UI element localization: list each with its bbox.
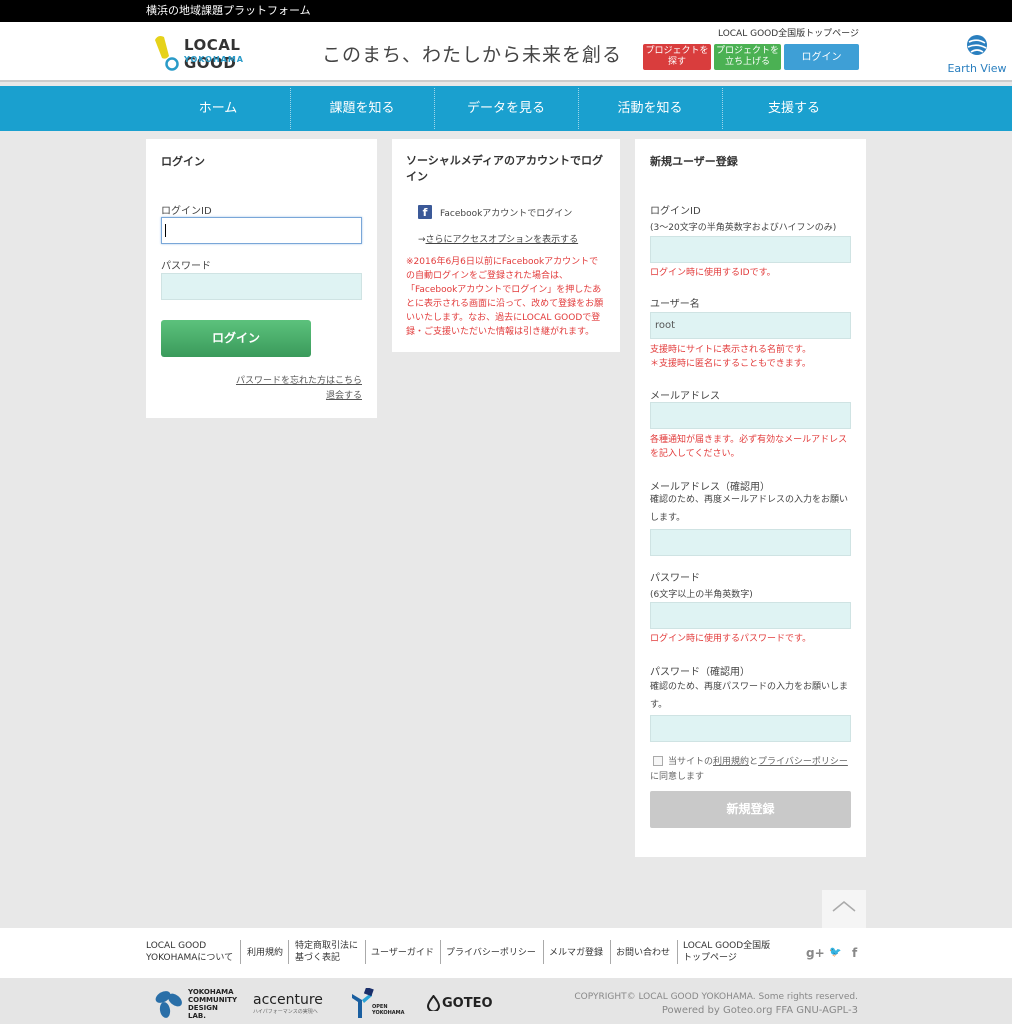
email-label: メールアドレス [650, 391, 720, 402]
agree-text: 当サイトの利用規約とプライバシーポリシー [668, 757, 848, 767]
register-password-note: ログイン時に使用するパスワードです。 [650, 634, 812, 644]
earth-view-link[interactable]: Earth View [946, 34, 1008, 75]
site-logo[interactable]: LOCAL GOOD YOKOHAMA [152, 34, 277, 74]
register-submit-button[interactable]: 新規登録 [650, 791, 851, 828]
open-yokohama-icon [352, 988, 374, 1018]
footer-divider [440, 940, 441, 964]
back-to-top-button[interactable] [822, 890, 866, 928]
footer-divider [240, 940, 241, 964]
register-id-note: ログイン時に使用するIDです。 [650, 268, 776, 278]
twitter-icon[interactable]: 🐦 [829, 947, 841, 958]
footer-terms-link[interactable]: 利用規約 [247, 947, 283, 959]
facebook-login-label: Facebookアカウントでログイン [440, 208, 573, 219]
arrow-icon: → [418, 235, 426, 245]
topbar-text: 横浜の地域課題プラットフォーム [146, 4, 311, 17]
register-panel: 新規ユーザー登録 ログインID (3〜20文字の半角英数字およびハイフンのみ) … [635, 139, 866, 857]
earth-view-label: Earth View [947, 62, 1007, 75]
chevron-up-icon [832, 901, 856, 912]
nav-activities[interactable]: 活動を知る [578, 86, 722, 131]
header: LOCAL GOOD YOKOHAMA このまち、わたしから未来を創る LOCA… [0, 22, 1012, 82]
username-value: root [655, 320, 676, 331]
login-password-label: パスワード [161, 261, 211, 272]
globe-icon [967, 35, 987, 55]
footer-national-link[interactable]: LOCAL GOOD全国版 トップページ [683, 940, 770, 964]
goteo-drop-icon [427, 995, 440, 1011]
terms-link[interactable]: 利用規約 [713, 757, 749, 767]
footer-links: LOCAL GOOD YOKOHAMAについて 利用規約 特定商取引法に 基づく表記… [0, 928, 1012, 978]
email-confirm-input[interactable] [650, 529, 851, 556]
ycd-lab-logo[interactable]: YOKOHAMA COMMUNITY DESIGN LAB. [153, 988, 237, 1020]
password-confirm-input[interactable] [650, 715, 851, 742]
login-id-label: ログインID [161, 206, 212, 217]
open-yokohama-logo[interactable]: OPEN YOKOHAMA [350, 988, 405, 1018]
agree-checkbox[interactable] [653, 756, 663, 766]
site-tagline-bar: 横浜の地域課題プラットフォーム [0, 0, 1012, 22]
footer-contact-link[interactable]: お問い合わせ [616, 947, 670, 959]
copyright: COPYRIGHT© LOCAL GOOD YOKOHAMA. Some rig… [574, 990, 858, 1018]
ycd-propeller-icon [155, 991, 182, 1018]
password-confirm-label: パスワード（確認用） [650, 667, 750, 678]
facebook-icon: f [418, 205, 432, 219]
more-options-row: →さらにアクセスオプションを表示する [418, 232, 578, 245]
register-password-hint: (6文字以上の半角英数字) [650, 590, 753, 600]
nav-support[interactable]: 支援する [722, 86, 866, 131]
footer-divider [365, 940, 366, 964]
privacy-link[interactable]: プライバシーポリシー [758, 757, 848, 767]
footer-divider [610, 940, 611, 964]
email-note: 各種通知が届きます。必ず有効なメールアドレス を記入してください。 [650, 435, 848, 459]
login-password-input[interactable] [161, 273, 362, 300]
nav-data[interactable]: データを見る [434, 86, 578, 131]
footer-about-link[interactable]: LOCAL GOOD YOKOHAMAについて [146, 940, 233, 964]
agree-suffix: に同意します [650, 772, 705, 782]
start-project-button[interactable]: プロジェクトを 立ち上げる [714, 44, 781, 70]
goteo-logo[interactable]: GOTEO [427, 988, 497, 1018]
main-nav: ホーム 課題を知る データを見る 活動を知る 支援する [0, 86, 1012, 131]
logo-sub-text: YOKOHAMA [184, 55, 244, 64]
login-id-input[interactable] [161, 217, 362, 244]
social-login-panel: ソーシャルメディアのアカウントでログ イン f Facebookアカウントでログイ… [392, 139, 620, 352]
register-id-label: ログインID [650, 206, 701, 217]
footer-divider [288, 940, 289, 964]
google-plus-icon[interactable]: g+ [806, 946, 825, 960]
facebook-footer-icon[interactable]: f [852, 946, 857, 960]
find-project-button[interactable]: プロジェクトを 探す [643, 44, 711, 70]
footer-privacy-link[interactable]: プライバシーポリシー [446, 947, 536, 959]
login-panel: ログイン ログインID パスワード ログイン パスワードを忘れた方はこちら 退会… [146, 139, 377, 418]
footer-tokusho-link[interactable]: 特定商取引法に 基づく表記 [295, 940, 358, 964]
logo-main-text: LOCAL GOOD [184, 36, 241, 72]
login-submit-button[interactable]: ログイン [161, 320, 311, 357]
forgot-password-link[interactable]: パスワードを忘れた方はこちら [236, 373, 362, 386]
nav-home[interactable]: ホーム [146, 86, 290, 131]
accenture-logo[interactable]: accenture ハイパフォーマンスの実現へ [253, 988, 323, 1018]
footer-guide-link[interactable]: ユーザーガイド [371, 947, 434, 959]
more-options-link[interactable]: さらにアクセスオプションを表示する [426, 235, 579, 245]
facebook-migration-note: ※2016年6月6日以前にFacebookアカウントで の自動ログインをご登録さ… [406, 257, 604, 337]
logo-pin-icon [155, 36, 179, 71]
email-input[interactable] [650, 402, 851, 429]
footer-divider [677, 940, 678, 964]
national-top-link[interactable]: LOCAL GOOD全国版トップページ [718, 26, 859, 39]
footer-mailmag-link[interactable]: メルマガ登録 [549, 947, 603, 959]
nav-issues[interactable]: 課題を知る [290, 86, 434, 131]
login-title: ログイン [161, 155, 205, 168]
powered-by-line: Powered by Goteo.org FFA GNU-AGPL-3 [661, 1005, 858, 1016]
username-label: ユーザー名 [650, 299, 700, 310]
header-login-button[interactable]: ログイン [784, 44, 859, 70]
username-note: 支援時にサイトに表示される名前です。 ＊支援時に匿名にすることもできます。 [650, 345, 812, 369]
withdraw-link[interactable]: 退会する [326, 388, 362, 401]
username-input[interactable]: root [650, 312, 851, 339]
register-id-hint: (3〜20文字の半角英数字およびハイフンのみ) [650, 223, 837, 233]
register-password-input[interactable] [650, 602, 851, 629]
social-title: ソーシャルメディアのアカウントでログ イン [406, 154, 604, 183]
facebook-login-link[interactable]: f Facebookアカウントでログイン [418, 205, 572, 219]
copyright-line: COPYRIGHT© LOCAL GOOD YOKOHAMA. Some rig… [574, 992, 858, 1002]
register-id-input[interactable] [650, 236, 851, 263]
register-password-label: パスワード [650, 573, 700, 584]
password-confirm-hint: 確認のため、再度パスワードの入力をお願いしま す。 [650, 682, 849, 710]
footer-divider [543, 940, 544, 964]
sponsor-bar: YOKOHAMA COMMUNITY DESIGN LAB. accenture ハイ… [0, 978, 1012, 1024]
register-title: 新規ユーザー登録 [650, 155, 738, 168]
tagline: このまち、わたしから未来を創る [322, 44, 623, 66]
email-confirm-hint: 確認のため、再度メールアドレスの入力をお願い します。 [650, 495, 849, 523]
